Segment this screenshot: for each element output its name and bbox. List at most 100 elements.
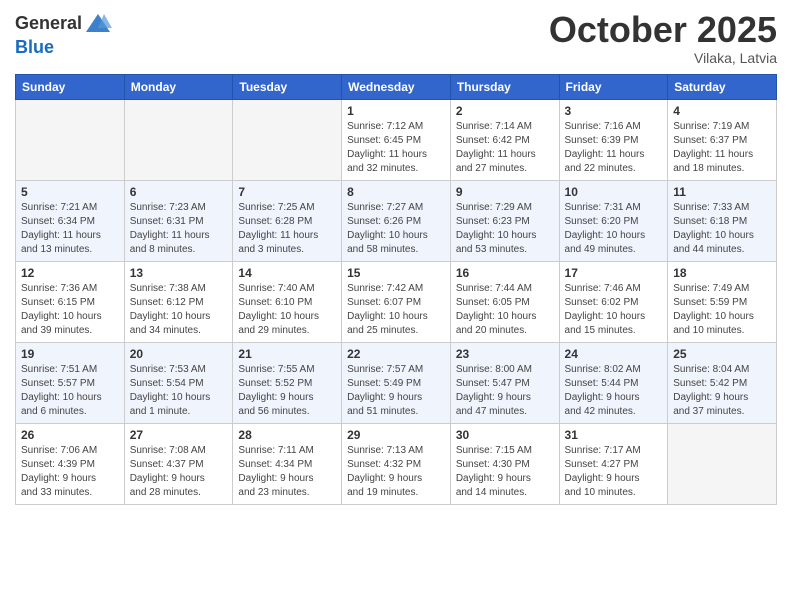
calendar-cell (124, 99, 233, 180)
day-number: 14 (238, 266, 336, 280)
day-info: Sunrise: 7:29 AM Sunset: 6:23 PM Dayligh… (456, 201, 554, 257)
day-info: Sunrise: 7:53 AM Sunset: 5:54 PM Dayligh… (130, 363, 228, 419)
logo-general-text: General (15, 14, 82, 34)
day-number: 30 (456, 428, 554, 442)
day-number: 28 (238, 428, 336, 442)
day-info: Sunrise: 7:57 AM Sunset: 5:49 PM Dayligh… (347, 363, 445, 419)
day-number: 5 (21, 185, 119, 199)
day-number: 21 (238, 347, 336, 361)
weekday-header-friday: Friday (559, 74, 668, 99)
day-number: 12 (21, 266, 119, 280)
day-info: Sunrise: 7:12 AM Sunset: 6:45 PM Dayligh… (347, 120, 445, 176)
calendar-cell: 15 Sunrise: 7:42 AM Sunset: 6:07 PM Dayli… (342, 261, 451, 342)
logo-icon (84, 10, 112, 38)
day-number: 27 (130, 428, 228, 442)
calendar-cell (16, 99, 125, 180)
day-number: 10 (565, 185, 663, 199)
day-number: 20 (130, 347, 228, 361)
day-info: Sunrise: 7:27 AM Sunset: 6:26 PM Dayligh… (347, 201, 445, 257)
day-info: Sunrise: 7:25 AM Sunset: 6:28 PM Dayligh… (238, 201, 336, 257)
day-info: Sunrise: 7:49 AM Sunset: 5:59 PM Dayligh… (673, 282, 771, 338)
day-number: 19 (21, 347, 119, 361)
day-number: 26 (21, 428, 119, 442)
title-area: October 2025 Vilaka, Latvia (549, 10, 777, 66)
day-number: 17 (565, 266, 663, 280)
day-info: Sunrise: 7:08 AM Sunset: 4:37 PM Dayligh… (130, 444, 228, 500)
weekday-header-monday: Monday (124, 74, 233, 99)
calendar-cell: 14 Sunrise: 7:40 AM Sunset: 6:10 PM Dayli… (233, 261, 342, 342)
month-title: October 2025 (549, 10, 777, 50)
day-number: 16 (456, 266, 554, 280)
calendar-cell: 29 Sunrise: 7:13 AM Sunset: 4:32 PM Dayli… (342, 423, 451, 504)
day-number: 2 (456, 104, 554, 118)
calendar-cell: 9 Sunrise: 7:29 AM Sunset: 6:23 PM Daylig… (450, 180, 559, 261)
calendar-cell: 5Sunrise: 7:21 AM Sunset: 6:34 PM Daylig… (16, 180, 125, 261)
calendar-cell: 13Sunrise: 7:38 AM Sunset: 6:12 PM Dayli… (124, 261, 233, 342)
day-info: Sunrise: 7:06 AM Sunset: 4:39 PM Dayligh… (21, 444, 119, 500)
calendar-week-row: 26 Sunrise: 7:06 AM Sunset: 4:39 PM Dayli… (16, 423, 777, 504)
calendar-cell: 7 Sunrise: 7:25 AM Sunset: 6:28 PM Daylig… (233, 180, 342, 261)
day-info: Sunrise: 7:44 AM Sunset: 6:05 PM Dayligh… (456, 282, 554, 338)
day-number: 15 (347, 266, 445, 280)
day-number: 29 (347, 428, 445, 442)
day-number: 6 (130, 185, 228, 199)
calendar-cell: 16 Sunrise: 7:44 AM Sunset: 6:05 PM Dayli… (450, 261, 559, 342)
day-info: Sunrise: 7:36 AM Sunset: 6:15 PM Dayligh… (21, 282, 119, 338)
calendar-cell (668, 423, 777, 504)
day-number: 7 (238, 185, 336, 199)
location-subtitle: Vilaka, Latvia (549, 50, 777, 66)
day-info: Sunrise: 7:42 AM Sunset: 6:07 PM Dayligh… (347, 282, 445, 338)
day-info: Sunrise: 8:00 AM Sunset: 5:47 PM Dayligh… (456, 363, 554, 419)
calendar-cell: 31 Sunrise: 7:17 AM Sunset: 4:27 PM Dayli… (559, 423, 668, 504)
day-info: Sunrise: 7:33 AM Sunset: 6:18 PM Dayligh… (673, 201, 771, 257)
day-number: 24 (565, 347, 663, 361)
day-number: 4 (673, 104, 771, 118)
calendar-page: General Blue October 2025 Vilaka, Latvia… (0, 0, 792, 612)
calendar-cell: 17 Sunrise: 7:46 AM Sunset: 6:02 PM Dayli… (559, 261, 668, 342)
calendar-cell: 23Sunrise: 8:00 AM Sunset: 5:47 PM Dayli… (450, 342, 559, 423)
day-info: Sunrise: 7:17 AM Sunset: 4:27 PM Dayligh… (565, 444, 663, 500)
calendar-week-row: 1Sunrise: 7:12 AM Sunset: 6:45 PM Daylig… (16, 99, 777, 180)
day-number: 31 (565, 428, 663, 442)
calendar-cell: 24Sunrise: 8:02 AM Sunset: 5:44 PM Dayli… (559, 342, 668, 423)
calendar-cell: 6 Sunrise: 7:23 AM Sunset: 6:31 PM Daylig… (124, 180, 233, 261)
weekday-header-saturday: Saturday (668, 74, 777, 99)
calendar-cell: 27 Sunrise: 7:08 AM Sunset: 4:37 PM Dayli… (124, 423, 233, 504)
calendar-cell: 8 Sunrise: 7:27 AM Sunset: 6:26 PM Daylig… (342, 180, 451, 261)
day-info: Sunrise: 7:11 AM Sunset: 4:34 PM Dayligh… (238, 444, 336, 500)
logo-blue-text: Blue (15, 38, 112, 58)
day-number: 25 (673, 347, 771, 361)
day-number: 8 (347, 185, 445, 199)
calendar-cell: 26 Sunrise: 7:06 AM Sunset: 4:39 PM Dayli… (16, 423, 125, 504)
weekday-header-tuesday: Tuesday (233, 74, 342, 99)
calendar-cell: 4 Sunrise: 7:19 AM Sunset: 6:37 PM Daylig… (668, 99, 777, 180)
day-info: Sunrise: 7:15 AM Sunset: 4:30 PM Dayligh… (456, 444, 554, 500)
day-number: 9 (456, 185, 554, 199)
day-info: Sunrise: 7:19 AM Sunset: 6:37 PM Dayligh… (673, 120, 771, 176)
weekday-header-sunday: Sunday (16, 74, 125, 99)
day-info: Sunrise: 7:13 AM Sunset: 4:32 PM Dayligh… (347, 444, 445, 500)
calendar-cell: 18 Sunrise: 7:49 AM Sunset: 5:59 PM Dayli… (668, 261, 777, 342)
day-info: Sunrise: 7:40 AM Sunset: 6:10 PM Dayligh… (238, 282, 336, 338)
calendar-cell (233, 99, 342, 180)
calendar-cell: 30 Sunrise: 7:15 AM Sunset: 4:30 PM Dayli… (450, 423, 559, 504)
day-number: 18 (673, 266, 771, 280)
calendar-table: SundayMondayTuesdayWednesdayThursdayFrid… (15, 74, 777, 505)
calendar-cell: 20 Sunrise: 7:53 AM Sunset: 5:54 PM Dayli… (124, 342, 233, 423)
day-info: Sunrise: 7:23 AM Sunset: 6:31 PM Dayligh… (130, 201, 228, 257)
calendar-cell: 19Sunrise: 7:51 AM Sunset: 5:57 PM Dayli… (16, 342, 125, 423)
logo: General Blue (15, 10, 112, 58)
calendar-cell: 12 Sunrise: 7:36 AM Sunset: 6:15 PM Dayli… (16, 261, 125, 342)
calendar-cell: 10 Sunrise: 7:31 AM Sunset: 6:20 PM Dayli… (559, 180, 668, 261)
calendar-week-row: 12 Sunrise: 7:36 AM Sunset: 6:15 PM Dayli… (16, 261, 777, 342)
weekday-header-row: SundayMondayTuesdayWednesdayThursdayFrid… (16, 74, 777, 99)
calendar-cell: 28 Sunrise: 7:11 AM Sunset: 4:34 PM Dayli… (233, 423, 342, 504)
calendar-cell: 11 Sunrise: 7:33 AM Sunset: 6:18 PM Dayli… (668, 180, 777, 261)
day-info: Sunrise: 7:38 AM Sunset: 6:12 PM Dayligh… (130, 282, 228, 338)
weekday-header-wednesday: Wednesday (342, 74, 451, 99)
day-info: Sunrise: 7:31 AM Sunset: 6:20 PM Dayligh… (565, 201, 663, 257)
day-info: Sunrise: 7:46 AM Sunset: 6:02 PM Dayligh… (565, 282, 663, 338)
day-info: Sunrise: 7:16 AM Sunset: 6:39 PM Dayligh… (565, 120, 663, 176)
header: General Blue October 2025 Vilaka, Latvia (15, 10, 777, 66)
day-number: 11 (673, 185, 771, 199)
